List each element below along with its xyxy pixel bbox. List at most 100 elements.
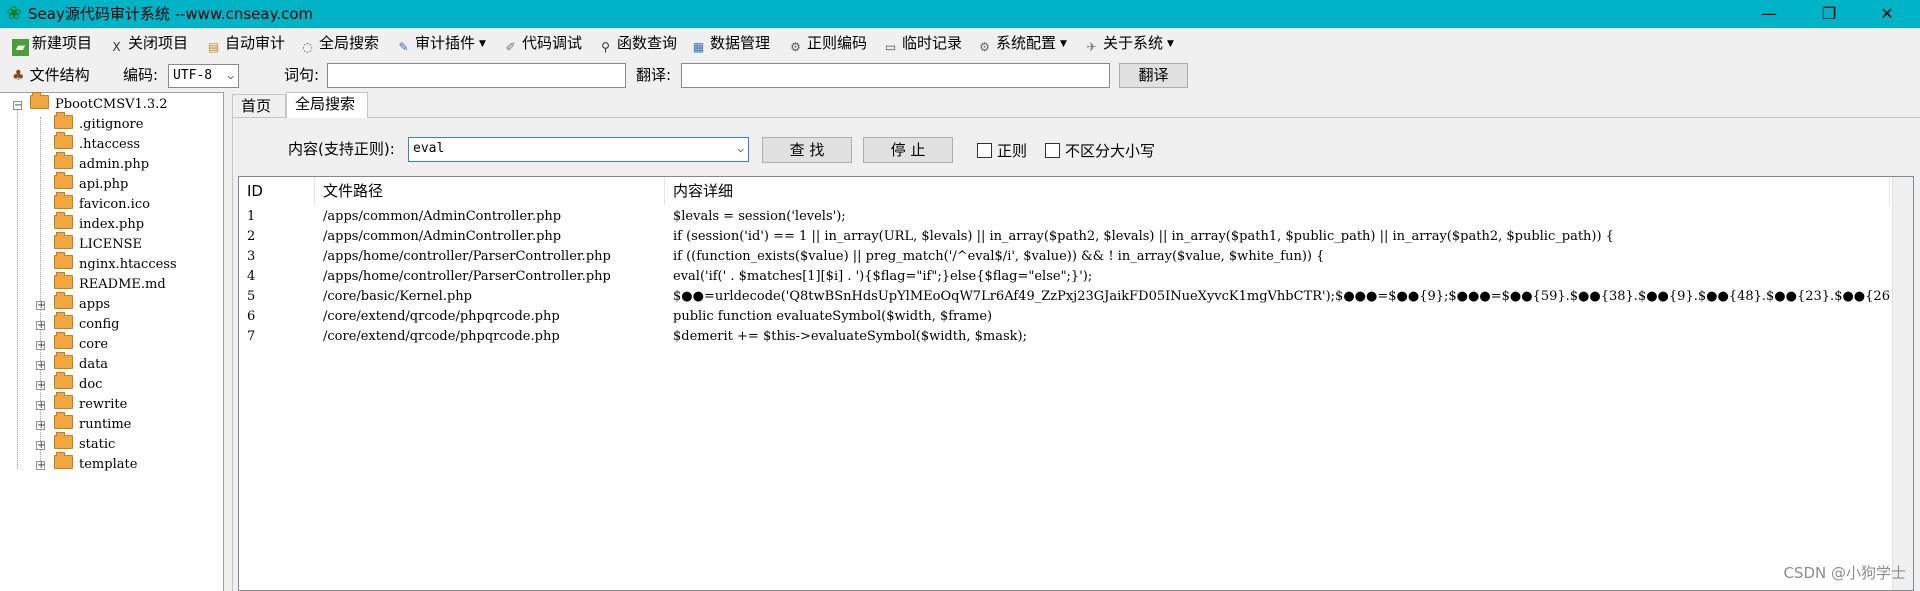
chevron-down-icon: ▼	[1060, 39, 1067, 49]
menu-about-system[interactable]: ✈ 关于系统 ▼	[1083, 32, 1173, 54]
file-structure-toggle[interactable]: ♣ 文件结构	[12, 64, 90, 87]
vertical-scrollbar[interactable]	[1892, 177, 1913, 590]
expand-icon[interactable]: +	[36, 381, 45, 391]
menu-audit-plugin[interactable]: ✎ 审计插件 ▼	[395, 32, 486, 54]
expand-icon[interactable]: +	[36, 341, 45, 351]
expand-icon[interactable]: +	[36, 321, 45, 331]
stop-button[interactable]: 停 止	[863, 137, 953, 163]
folder-icon	[54, 232, 73, 249]
folder-icon	[54, 312, 73, 329]
cell-id: 3	[247, 249, 256, 264]
menu-global-search[interactable]: ◌ 全局搜索	[299, 32, 379, 54]
expand-icon[interactable]: +	[36, 401, 45, 411]
word-input[interactable]	[327, 63, 626, 88]
table-row[interactable]: 1 /apps/common/AdminController.php $leva…	[239, 207, 1913, 227]
splitter[interactable]	[224, 92, 232, 591]
table-row[interactable]: 3 /apps/home/controller/ParserController…	[239, 247, 1913, 267]
folder-icon	[54, 292, 73, 309]
menu-function-search[interactable]: ⚲ 函数查询	[597, 32, 677, 54]
table-row[interactable]: 5 /core/basic/Kernel.php $●●=urldecode('…	[239, 287, 1913, 307]
menu-new-project[interactable]: ▰ 新建项目	[12, 32, 92, 56]
checkbox-icon	[977, 143, 992, 158]
cell-id: 6	[247, 309, 256, 324]
close-window-button[interactable]: ✕	[1858, 0, 1916, 28]
tree-item-index[interactable]: index.php	[54, 212, 145, 235]
folder-icon	[54, 432, 73, 449]
tree-item-nginx[interactable]: nginx.htaccess	[54, 252, 177, 275]
title-bar: ❀ Seay源代码审计系统 --www.cnseay.com — ❐ ✕	[0, 0, 1920, 28]
tree-folder-runtime[interactable]: runtime	[54, 412, 132, 435]
cell-detail: if ((function_exists($value) || preg_mat…	[673, 249, 1325, 264]
column-header-id[interactable]: ID	[239, 177, 315, 205]
tree-item-admin[interactable]: admin.php	[54, 152, 149, 175]
cell-path: /apps/home/controller/ParserController.p…	[323, 249, 611, 264]
content-search-input[interactable]: eval ⌵	[408, 137, 749, 162]
regex-label: 正则	[997, 142, 1028, 160]
menu-regex-encode[interactable]: ⚙ 正则编码	[787, 32, 867, 54]
expand-icon[interactable]: +	[36, 461, 45, 471]
tree-root[interactable]: PbootCMSV1.3.2	[30, 92, 168, 115]
table-row[interactable]: 6 /core/extend/qrcode/phpqrcode.php publ…	[239, 307, 1913, 327]
global-search-icon: ◌	[302, 40, 313, 54]
menu-close-project[interactable]: X 关闭项目	[108, 32, 188, 54]
translate-button[interactable]: 翻译	[1119, 63, 1188, 88]
tree-item-htaccess[interactable]: .htaccess	[54, 132, 140, 155]
menu-system-config[interactable]: ⚙ 系统配置 ▼	[976, 32, 1067, 54]
menu-code-debug[interactable]: ✐ 代码调试	[502, 32, 582, 54]
menu-system-config-label: 系统配置	[996, 34, 1057, 52]
content-search-value: eval	[413, 141, 445, 156]
folder-icon	[54, 452, 73, 469]
tab-global-search[interactable]: 全局搜索	[286, 92, 368, 118]
menu-data-manage[interactable]: ▦ 数据管理	[690, 32, 770, 54]
tree-item-license[interactable]: LICENSE	[54, 232, 142, 255]
folder-icon	[54, 172, 73, 189]
chevron-down-icon: ⌵	[737, 142, 744, 155]
notes-icon: ▭	[884, 40, 897, 54]
chevron-down-icon: ⌵	[227, 69, 234, 82]
encoding-select[interactable]: UTF-8 ⌵	[168, 64, 239, 88]
cell-id: 2	[247, 229, 256, 244]
table-row[interactable]: 4 /apps/home/controller/ParserController…	[239, 267, 1913, 287]
encoding-value: UTF-8	[173, 68, 213, 83]
menu-close-project-label: 关闭项目	[128, 34, 189, 52]
menu-data-manage-label: 数据管理	[710, 34, 771, 52]
tab-home[interactable]: 首页	[232, 94, 286, 117]
tree-item-api[interactable]: api.php	[54, 172, 128, 195]
chevron-down-icon: ▼	[479, 39, 486, 49]
tree-item-readme[interactable]: README.md	[54, 272, 166, 295]
folder-icon	[54, 252, 73, 269]
cell-path: /apps/common/AdminController.php	[323, 209, 562, 224]
watermark: CSDN @小狗学士	[1783, 564, 1906, 582]
table-row[interactable]: 2 /apps/common/AdminController.php if (s…	[239, 227, 1913, 247]
menu-auto-audit[interactable]: ▤ 自动审计	[205, 32, 285, 54]
translate-input[interactable]	[681, 63, 1110, 88]
table-row[interactable]: 7 /core/extend/qrcode/phpqrcode.php $dem…	[239, 327, 1913, 347]
ignore-case-checkbox[interactable]: 不区分大小写	[1045, 140, 1155, 162]
folder-icon	[54, 372, 73, 389]
find-button[interactable]: 查 找	[762, 137, 852, 163]
expand-icon[interactable]: +	[36, 301, 45, 311]
tree-item-favicon[interactable]: favicon.ico	[54, 192, 150, 215]
collapse-root-icon[interactable]: −	[13, 101, 22, 111]
column-header-detail[interactable]: 内容详细	[665, 177, 1890, 205]
function-search-icon: ⚲	[601, 40, 610, 54]
folder-icon	[54, 332, 73, 349]
minimize-button[interactable]: —	[1740, 0, 1798, 28]
tree-folder-template[interactable]: template	[54, 452, 137, 475]
menu-about-system-label: 关于系统	[1103, 34, 1164, 52]
tree-item-label: runtime	[79, 417, 132, 432]
menu-temp-notes-label: 临时记录	[902, 34, 963, 52]
menu-code-debug-label: 代码调试	[522, 34, 583, 52]
column-header-path[interactable]: 文件路径	[315, 177, 665, 205]
expand-icon[interactable]: +	[36, 361, 45, 371]
regex-checkbox[interactable]: 正则	[977, 140, 1027, 162]
expand-icon[interactable]: +	[36, 441, 45, 451]
tree-item-label: index.php	[79, 217, 145, 232]
menu-temp-notes[interactable]: ▭ 临时记录	[882, 32, 962, 54]
tree-item-gitignore[interactable]: .gitignore	[54, 112, 143, 135]
cell-id: 4	[247, 269, 256, 284]
folder-icon	[54, 272, 73, 289]
cell-path: /core/extend/qrcode/phpqrcode.php	[323, 329, 560, 344]
expand-icon[interactable]: +	[36, 421, 45, 431]
restore-button[interactable]: ❐	[1800, 0, 1858, 28]
